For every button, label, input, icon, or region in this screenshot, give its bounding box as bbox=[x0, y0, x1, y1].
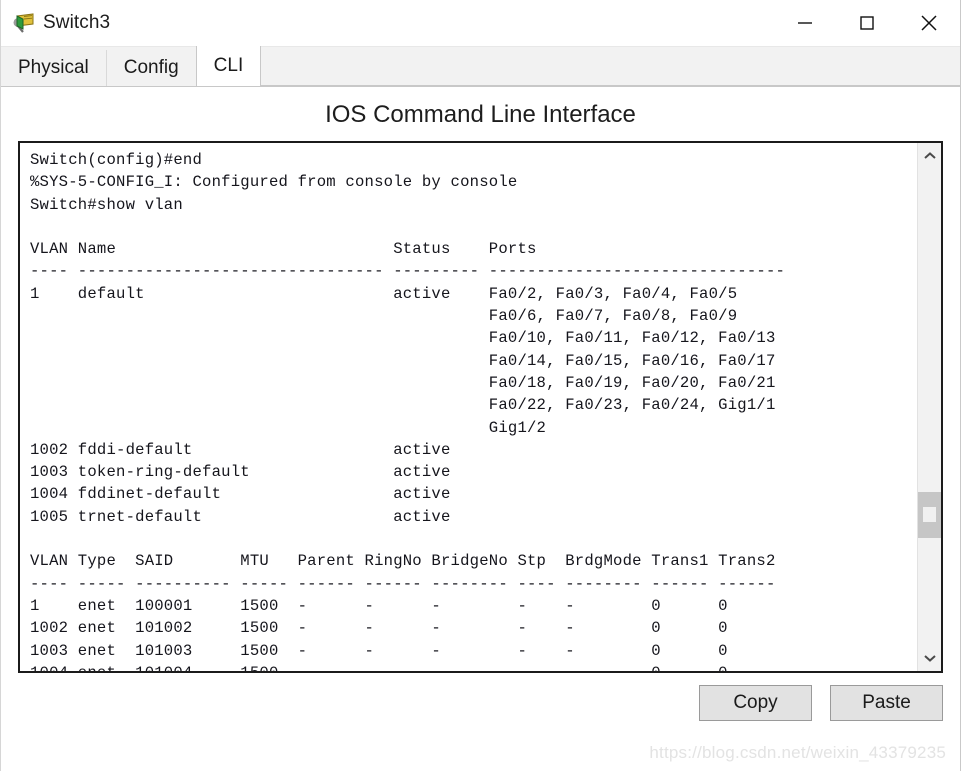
scrollbar-thumb[interactable] bbox=[918, 492, 941, 538]
window-controls bbox=[774, 0, 960, 46]
terminal-frame: Switch(config)#end %SYS-5-CONFIG_I: Conf… bbox=[18, 141, 943, 673]
terminal-scrollbar[interactable] bbox=[917, 143, 941, 671]
tab-cli[interactable]: CLI bbox=[195, 46, 262, 86]
terminal-text: Switch(config)#end %SYS-5-CONFIG_I: Conf… bbox=[30, 151, 786, 671]
window-title: Switch3 bbox=[43, 12, 111, 33]
chevron-down-icon[interactable] bbox=[918, 647, 941, 669]
paste-button-label: Paste bbox=[862, 692, 911, 713]
tab-cli-label: CLI bbox=[213, 55, 244, 76]
page-title: IOS Command Line Interface bbox=[325, 101, 636, 128]
tab-config-label: Config bbox=[123, 57, 179, 78]
tab-strip: Physical Config CLI bbox=[1, 46, 960, 87]
tab-config[interactable]: Config bbox=[106, 50, 197, 86]
watermark: https://blog.csdn.net/weixin_43379235 bbox=[649, 743, 946, 762]
tab-physical-label: Physical bbox=[18, 57, 89, 78]
scrollbar-thumb-grip bbox=[923, 507, 936, 522]
close-icon[interactable] bbox=[898, 0, 960, 46]
action-bar: Copy Paste bbox=[1, 673, 960, 733]
tab-physical[interactable]: Physical bbox=[1, 50, 107, 86]
paste-button[interactable]: Paste bbox=[830, 685, 943, 721]
scrollbar-track[interactable] bbox=[918, 167, 941, 647]
copy-button[interactable]: Copy bbox=[699, 685, 812, 721]
title-bar: Switch3 bbox=[1, 0, 960, 47]
minimize-icon[interactable] bbox=[774, 0, 836, 46]
copy-button-label: Copy bbox=[733, 692, 778, 713]
chevron-up-icon[interactable] bbox=[918, 145, 941, 167]
cli-panel: IOS Command Line Interface Switch(config… bbox=[1, 87, 960, 771]
terminal-output[interactable]: Switch(config)#end %SYS-5-CONFIG_I: Conf… bbox=[20, 143, 917, 671]
maximize-icon[interactable] bbox=[836, 0, 898, 46]
switch-device-icon bbox=[11, 10, 37, 36]
switch-cli-window: Switch3 Physical Config CLI IOS Command … bbox=[0, 0, 961, 771]
